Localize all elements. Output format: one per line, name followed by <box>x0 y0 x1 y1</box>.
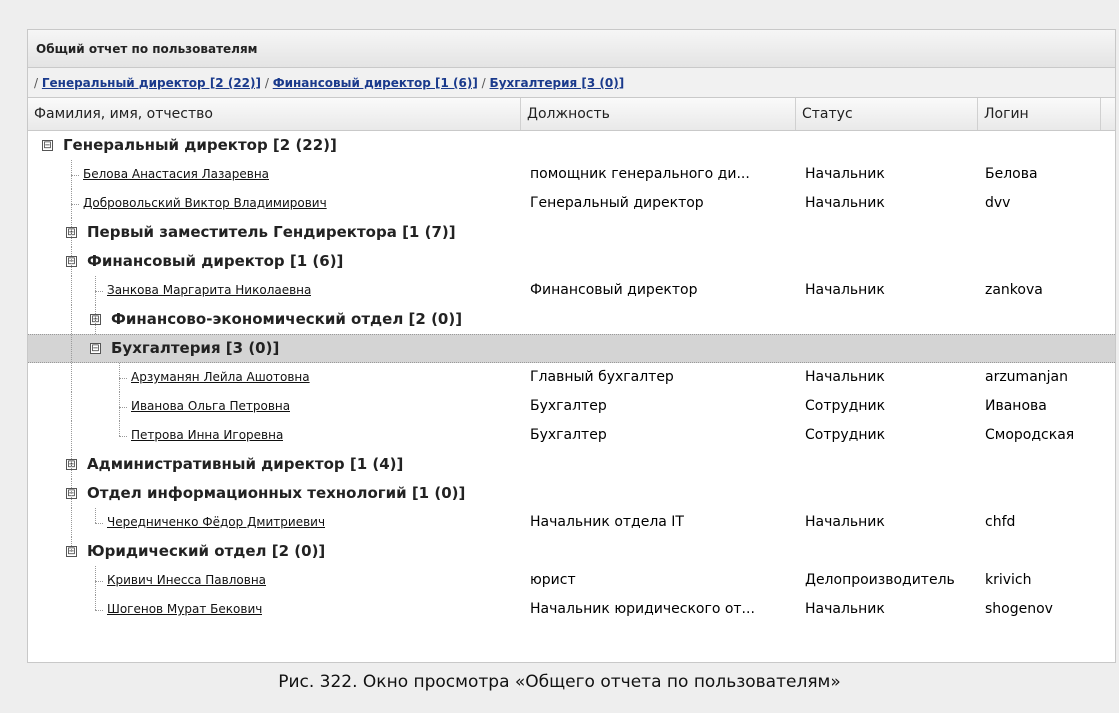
breadcrumb-separator: / <box>34 76 39 90</box>
breadcrumb: / Генеральный директор [2 (22)] / Финанс… <box>28 68 1115 98</box>
tree-group-row-selected[interactable]: ⊟ Бухгалтерия [3 (0)] <box>28 334 1115 364</box>
group-cell: ⊞ Первый заместитель Гендиректора [1 (7)… <box>28 218 456 247</box>
table-row: Чередниченко Фёдор Дмитриевич Начальник … <box>28 508 1115 537</box>
group-label: Бухгалтерия [3 (0)] <box>111 339 280 357</box>
tree-group-row[interactable]: ⊞ Финансово-экономический отдел [2 (0)] <box>28 305 1115 334</box>
group-cell: ⊟ Генеральный директор [2 (22)] <box>28 131 337 160</box>
column-header-name[interactable]: Фамилия, имя, отчество <box>28 98 521 130</box>
group-label: Финансовый директор [1 (6)] <box>87 252 344 270</box>
tree-group-row[interactable]: ⊟ Генеральный директор [2 (22)] <box>28 131 1115 160</box>
user-name-link[interactable]: Шогенов Мурат Бекович <box>107 602 262 616</box>
user-name-link[interactable]: Чередниченко Фёдор Дмитриевич <box>107 515 325 529</box>
group-label: Отдел информационных технологий [1 (0)] <box>87 484 466 502</box>
status-cell: Начальник <box>805 282 885 298</box>
group-cell: ⊞ Административный директор [1 (4)] <box>28 450 403 479</box>
report-panel: Общий отчет по пользователям / Генеральн… <box>27 29 1116 663</box>
group-cell: ⊟ Юридический отдел [2 (0)] <box>28 537 325 566</box>
table-row: Петрова Инна Игоревна Бухгалтер Сотрудни… <box>28 421 1115 450</box>
user-name-link[interactable]: Кривич Инесса Павловна <box>107 573 266 587</box>
login-cell: chfd <box>985 514 1016 530</box>
figure-caption: Рис. 322. Окно просмотра «Общего отчета … <box>278 672 841 692</box>
group-cell: ⊟ Финансовый директор [1 (6)] <box>28 247 343 276</box>
login-cell: Смородская <box>985 427 1075 443</box>
group-cell: ⊞ Финансово-экономический отдел [2 (0)] <box>28 305 462 334</box>
table-row: Иванова Ольга Петровна Бухгалтер Сотрудн… <box>28 392 1115 421</box>
breadcrumb-link-finance-director[interactable]: Финансовый директор [1 (6)] <box>273 76 478 90</box>
table-row: Занкова Маргарита Николаевна Финансовый … <box>28 276 1115 305</box>
position-cell: Начальник отдела IT <box>530 514 684 530</box>
position-cell: Финансовый директор <box>530 282 698 298</box>
login-cell: krivich <box>985 572 1032 588</box>
status-cell: Начальник <box>805 369 885 385</box>
status-cell: Сотрудник <box>805 398 886 414</box>
login-cell: Иванова <box>985 398 1047 414</box>
group-label: Генеральный директор [2 (22)] <box>63 136 337 154</box>
table-row: Шогенов Мурат Бекович Начальник юридичес… <box>28 595 1115 624</box>
status-cell: Начальник <box>805 601 885 617</box>
user-name-link[interactable]: Петрова Инна Игоревна <box>131 428 283 442</box>
status-cell: Делопроизводитель <box>805 572 955 588</box>
position-cell: Главный бухгалтер <box>530 369 674 385</box>
position-cell: Начальник юридического от... <box>530 601 755 617</box>
tree-group-row[interactable]: ⊟ Финансовый директор [1 (6)] <box>28 247 1115 276</box>
breadcrumb-separator: / <box>481 76 486 90</box>
position-cell: юрист <box>530 572 576 588</box>
tree-group-row[interactable]: ⊞ Административный директор [1 (4)] <box>28 450 1115 479</box>
status-cell: Сотрудник <box>805 427 886 443</box>
report-tree: ⊟ Генеральный директор [2 (22)] Белова А… <box>28 131 1115 624</box>
breadcrumb-link-accounting[interactable]: Бухгалтерия [3 (0)] <box>490 76 625 90</box>
user-name-link[interactable]: Добровольский Виктор Владимирович <box>83 196 327 210</box>
login-cell: zankova <box>985 282 1043 298</box>
tree-group-row[interactable]: ⊞ Первый заместитель Гендиректора [1 (7)… <box>28 218 1115 247</box>
position-cell: Бухгалтер <box>530 427 607 443</box>
column-header-position[interactable]: Должность <box>521 98 796 130</box>
user-name-link[interactable]: Арзуманян Лейла Ашотовна <box>131 370 310 384</box>
tree-group-row[interactable]: ⊟ Юридический отдел [2 (0)] <box>28 537 1115 566</box>
panel-title: Общий отчет по пользователям <box>28 30 1115 68</box>
status-cell: Начальник <box>805 195 885 211</box>
login-cell: dvv <box>985 195 1011 211</box>
group-label: Юридический отдел [2 (0)] <box>87 542 326 560</box>
table-header: Фамилия, имя, отчество Должность Статус … <box>28 98 1115 131</box>
group-label: Финансово-экономический отдел [2 (0)] <box>111 310 463 328</box>
group-label: Первый заместитель Гендиректора [1 (7)] <box>87 223 456 241</box>
login-cell: Белова <box>985 166 1038 182</box>
user-name-link[interactable]: Белова Анастасия Лазаревна <box>83 167 269 181</box>
breadcrumb-link-general-director[interactable]: Генеральный директор [2 (22)] <box>42 76 261 90</box>
user-name-link[interactable]: Занкова Маргарита Николаевна <box>107 283 311 297</box>
login-cell: shogenov <box>985 601 1053 617</box>
position-cell: Генеральный директор <box>530 195 704 211</box>
tree-group-row[interactable]: ⊟ Отдел информационных технологий [1 (0)… <box>28 479 1115 508</box>
position-cell: помощник генерального ди... <box>530 166 750 182</box>
table-row: Добровольский Виктор Владимирович Генера… <box>28 189 1115 218</box>
group-cell: ⊟ Отдел информационных технологий [1 (0)… <box>28 479 465 508</box>
column-header-login[interactable]: Логин <box>978 98 1101 130</box>
table-row: Белова Анастасия Лазаревна помощник гене… <box>28 160 1115 189</box>
user-name-link[interactable]: Иванова Ольга Петровна <box>131 399 290 413</box>
login-cell: arzumanjan <box>985 369 1068 385</box>
collapse-icon[interactable]: ⊟ <box>42 140 53 151</box>
column-header-status[interactable]: Статус <box>796 98 978 130</box>
table-row: Арзуманян Лейла Ашотовна Главный бухгалт… <box>28 363 1115 392</box>
group-label: Административный директор [1 (4)] <box>87 455 404 473</box>
breadcrumb-separator: / <box>264 76 269 90</box>
status-cell: Начальник <box>805 166 885 182</box>
table-row: Кривич Инесса Павловна юрист Делопроизво… <box>28 566 1115 595</box>
group-cell: ⊟ Бухгалтерия [3 (0)] <box>28 335 279 362</box>
status-cell: Начальник <box>805 514 885 530</box>
position-cell: Бухгалтер <box>530 398 607 414</box>
collapse-icon[interactable]: ⊟ <box>90 343 101 354</box>
